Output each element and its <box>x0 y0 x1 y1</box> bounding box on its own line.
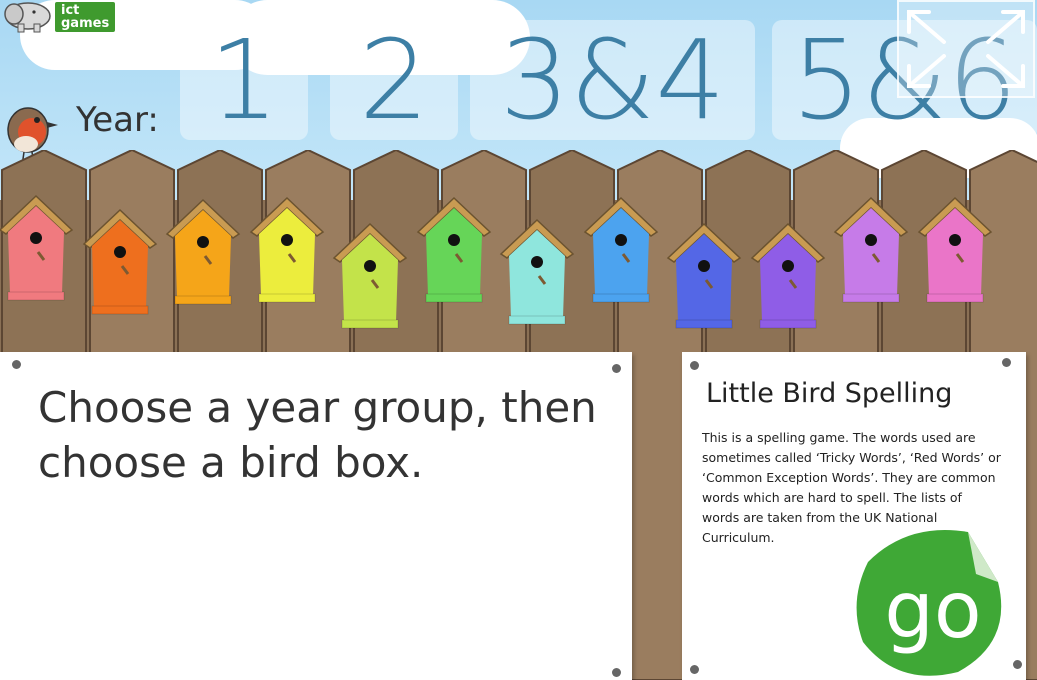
pin <box>1013 660 1022 669</box>
birdhouse-icon <box>416 196 491 303</box>
year-2-button[interactable]: 2 <box>330 16 458 144</box>
birdbox-10[interactable] <box>750 222 826 346</box>
year-2-label: 2 <box>359 16 429 144</box>
birdhouse-icon <box>249 196 324 303</box>
year-3-4-button[interactable]: 3&4 <box>470 16 755 144</box>
expand-icon <box>907 10 1025 88</box>
pin <box>12 360 21 369</box>
elephant-icon <box>4 2 51 33</box>
pin <box>690 665 699 674</box>
pin <box>1002 358 1011 367</box>
birdbox-8[interactable] <box>583 196 659 320</box>
birdbox-12[interactable] <box>917 196 993 320</box>
birdbox-9[interactable] <box>666 222 742 346</box>
year-1-button[interactable]: 1 <box>180 16 308 144</box>
birdbox-7[interactable] <box>499 218 575 342</box>
go-label: go <box>884 566 981 656</box>
birdbox-4[interactable] <box>249 196 325 320</box>
pin <box>612 668 621 677</box>
year-3-4-label: 3&4 <box>499 16 726 144</box>
birdbox-11[interactable] <box>833 196 909 320</box>
instructions-text: Choose a year group, then choose a bird … <box>38 383 597 487</box>
birdhouse-icon <box>917 196 992 303</box>
go-button[interactable]: go <box>848 522 1008 680</box>
birdhouse-icon <box>82 208 157 315</box>
birdbox-3[interactable] <box>165 198 241 322</box>
birdbox-5[interactable] <box>332 222 408 346</box>
game-title: Little Bird Spelling <box>706 378 953 409</box>
birdbox-2[interactable] <box>82 208 158 332</box>
pin <box>690 361 699 370</box>
birdhouse-icon <box>165 198 241 305</box>
birdbox-6[interactable] <box>416 196 492 320</box>
pin <box>612 364 621 373</box>
ictgames-logo[interactable]: ict games <box>0 0 120 33</box>
year-label: Year: <box>76 100 159 140</box>
fullscreen-button[interactable] <box>897 0 1035 98</box>
birdhouse-icon <box>332 222 408 329</box>
birdhouse-icon <box>583 196 658 303</box>
birdhouse-icon <box>833 196 909 303</box>
logo-text: ict games <box>55 2 116 32</box>
birdhouse-icon <box>499 218 575 325</box>
birdhouse-icon <box>750 222 825 329</box>
year-1-label: 1 <box>209 16 279 144</box>
birdbox-1[interactable] <box>0 194 74 318</box>
birdhouse-icon <box>666 222 742 329</box>
logo-line-2: games <box>61 16 110 31</box>
birdhouse-icon <box>0 194 74 301</box>
